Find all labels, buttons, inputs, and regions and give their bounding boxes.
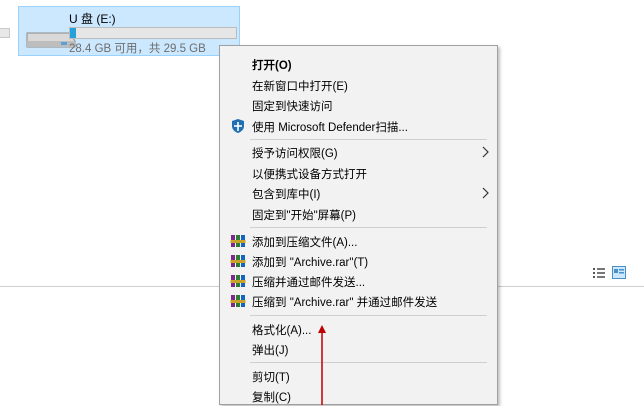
- menu-item-open-new-window[interactable]: 在新窗口中打开(E): [222, 75, 495, 95]
- nav-pane-edge: [0, 28, 10, 38]
- menu-label-compress-email: 压缩并通过邮件发送...: [252, 277, 366, 289]
- context-menu: 打开(O) 在新窗口中打开(E) 固定到快速访问 使用 Microsoft De…: [219, 45, 498, 405]
- menu-item-eject[interactable]: 弹出(J): [222, 339, 495, 359]
- menu-label-include-library: 包含到库中(I): [252, 189, 321, 201]
- chevron-right-icon: [482, 146, 489, 158]
- menu-item-cut[interactable]: 剪切(T): [222, 366, 495, 386]
- drive-usage-bar: [69, 27, 237, 39]
- drive-tile-usb[interactable]: U 盘 (E:) 28.4 GB 可用，共 29.5 GB: [18, 6, 240, 56]
- menu-label-pin-quick-access: 固定到快速访问: [252, 101, 333, 113]
- menu-item-grant-access[interactable]: 授予访问权限(G): [222, 142, 495, 162]
- menu-item-copy[interactable]: 复制(C): [222, 386, 495, 406]
- menu-label-cut: 剪切(T): [252, 372, 290, 384]
- menu-label-open-new-window: 在新窗口中打开(E): [252, 81, 348, 93]
- menu-item-pin-quick-access[interactable]: 固定到快速访问: [222, 95, 495, 115]
- menu-label-eject: 弹出(J): [252, 345, 289, 357]
- drive-free-space: 28.4 GB 可用，共 29.5 GB: [69, 43, 206, 55]
- winrar-books-icon: [230, 255, 246, 267]
- menu-item-add-archive[interactable]: 添加到压缩文件(A)...: [222, 231, 495, 251]
- menu-label-format: 格式化(A)...: [252, 325, 312, 337]
- menu-separator: [250, 362, 487, 363]
- menu-item-pin-start[interactable]: 固定到"开始"屏幕(P): [222, 204, 495, 224]
- defender-shield-icon: [232, 119, 244, 133]
- menu-label-add-archive-rar: 添加到 "Archive.rar"(T): [252, 257, 369, 269]
- menu-label-pin-start: 固定到"开始"屏幕(P): [252, 210, 356, 222]
- menu-label-copy: 复制(C): [252, 392, 291, 404]
- annotation-arrow: [318, 325, 326, 405]
- menu-item-open[interactable]: 打开(O): [222, 54, 495, 74]
- drive-usage-fill: [70, 28, 77, 38]
- menu-item-defender-scan[interactable]: 使用 Microsoft Defender扫描...: [222, 116, 495, 136]
- menu-item-compress-rar-email[interactable]: 压缩到 "Archive.rar" 并通过邮件发送: [222, 291, 495, 311]
- menu-item-compress-email[interactable]: 压缩并通过邮件发送...: [222, 271, 495, 291]
- menu-label-grant-access: 授予访问权限(G): [252, 148, 338, 160]
- menu-separator: [250, 315, 487, 316]
- drive-name: U 盘 (E:): [69, 12, 116, 26]
- menu-label-open: 打开(O): [252, 60, 292, 72]
- menu-item-format[interactable]: 格式化(A)...: [222, 319, 495, 339]
- menu-item-open-portable[interactable]: 以便携式设备方式打开: [222, 163, 495, 183]
- details-view-icon[interactable]: [592, 266, 606, 279]
- menu-label-open-portable: 以便携式设备方式打开: [252, 169, 367, 181]
- winrar-books-icon: [230, 275, 246, 287]
- winrar-books-icon: [230, 235, 246, 247]
- menu-item-include-library[interactable]: 包含到库中(I): [222, 183, 495, 203]
- menu-label-add-archive: 添加到压缩文件(A)...: [252, 237, 358, 249]
- tiles-view-icon[interactable]: [612, 266, 626, 279]
- menu-separator: [250, 227, 487, 228]
- winrar-books-icon: [230, 295, 246, 307]
- chevron-right-icon: [482, 187, 489, 199]
- menu-item-add-archive-rar[interactable]: 添加到 "Archive.rar"(T): [222, 251, 495, 271]
- menu-label-defender-scan: 使用 Microsoft Defender扫描...: [252, 122, 408, 134]
- menu-separator: [250, 139, 487, 140]
- menu-label-compress-rar-email: 压缩到 "Archive.rar" 并通过邮件发送: [252, 297, 438, 309]
- view-toggles: [592, 266, 628, 280]
